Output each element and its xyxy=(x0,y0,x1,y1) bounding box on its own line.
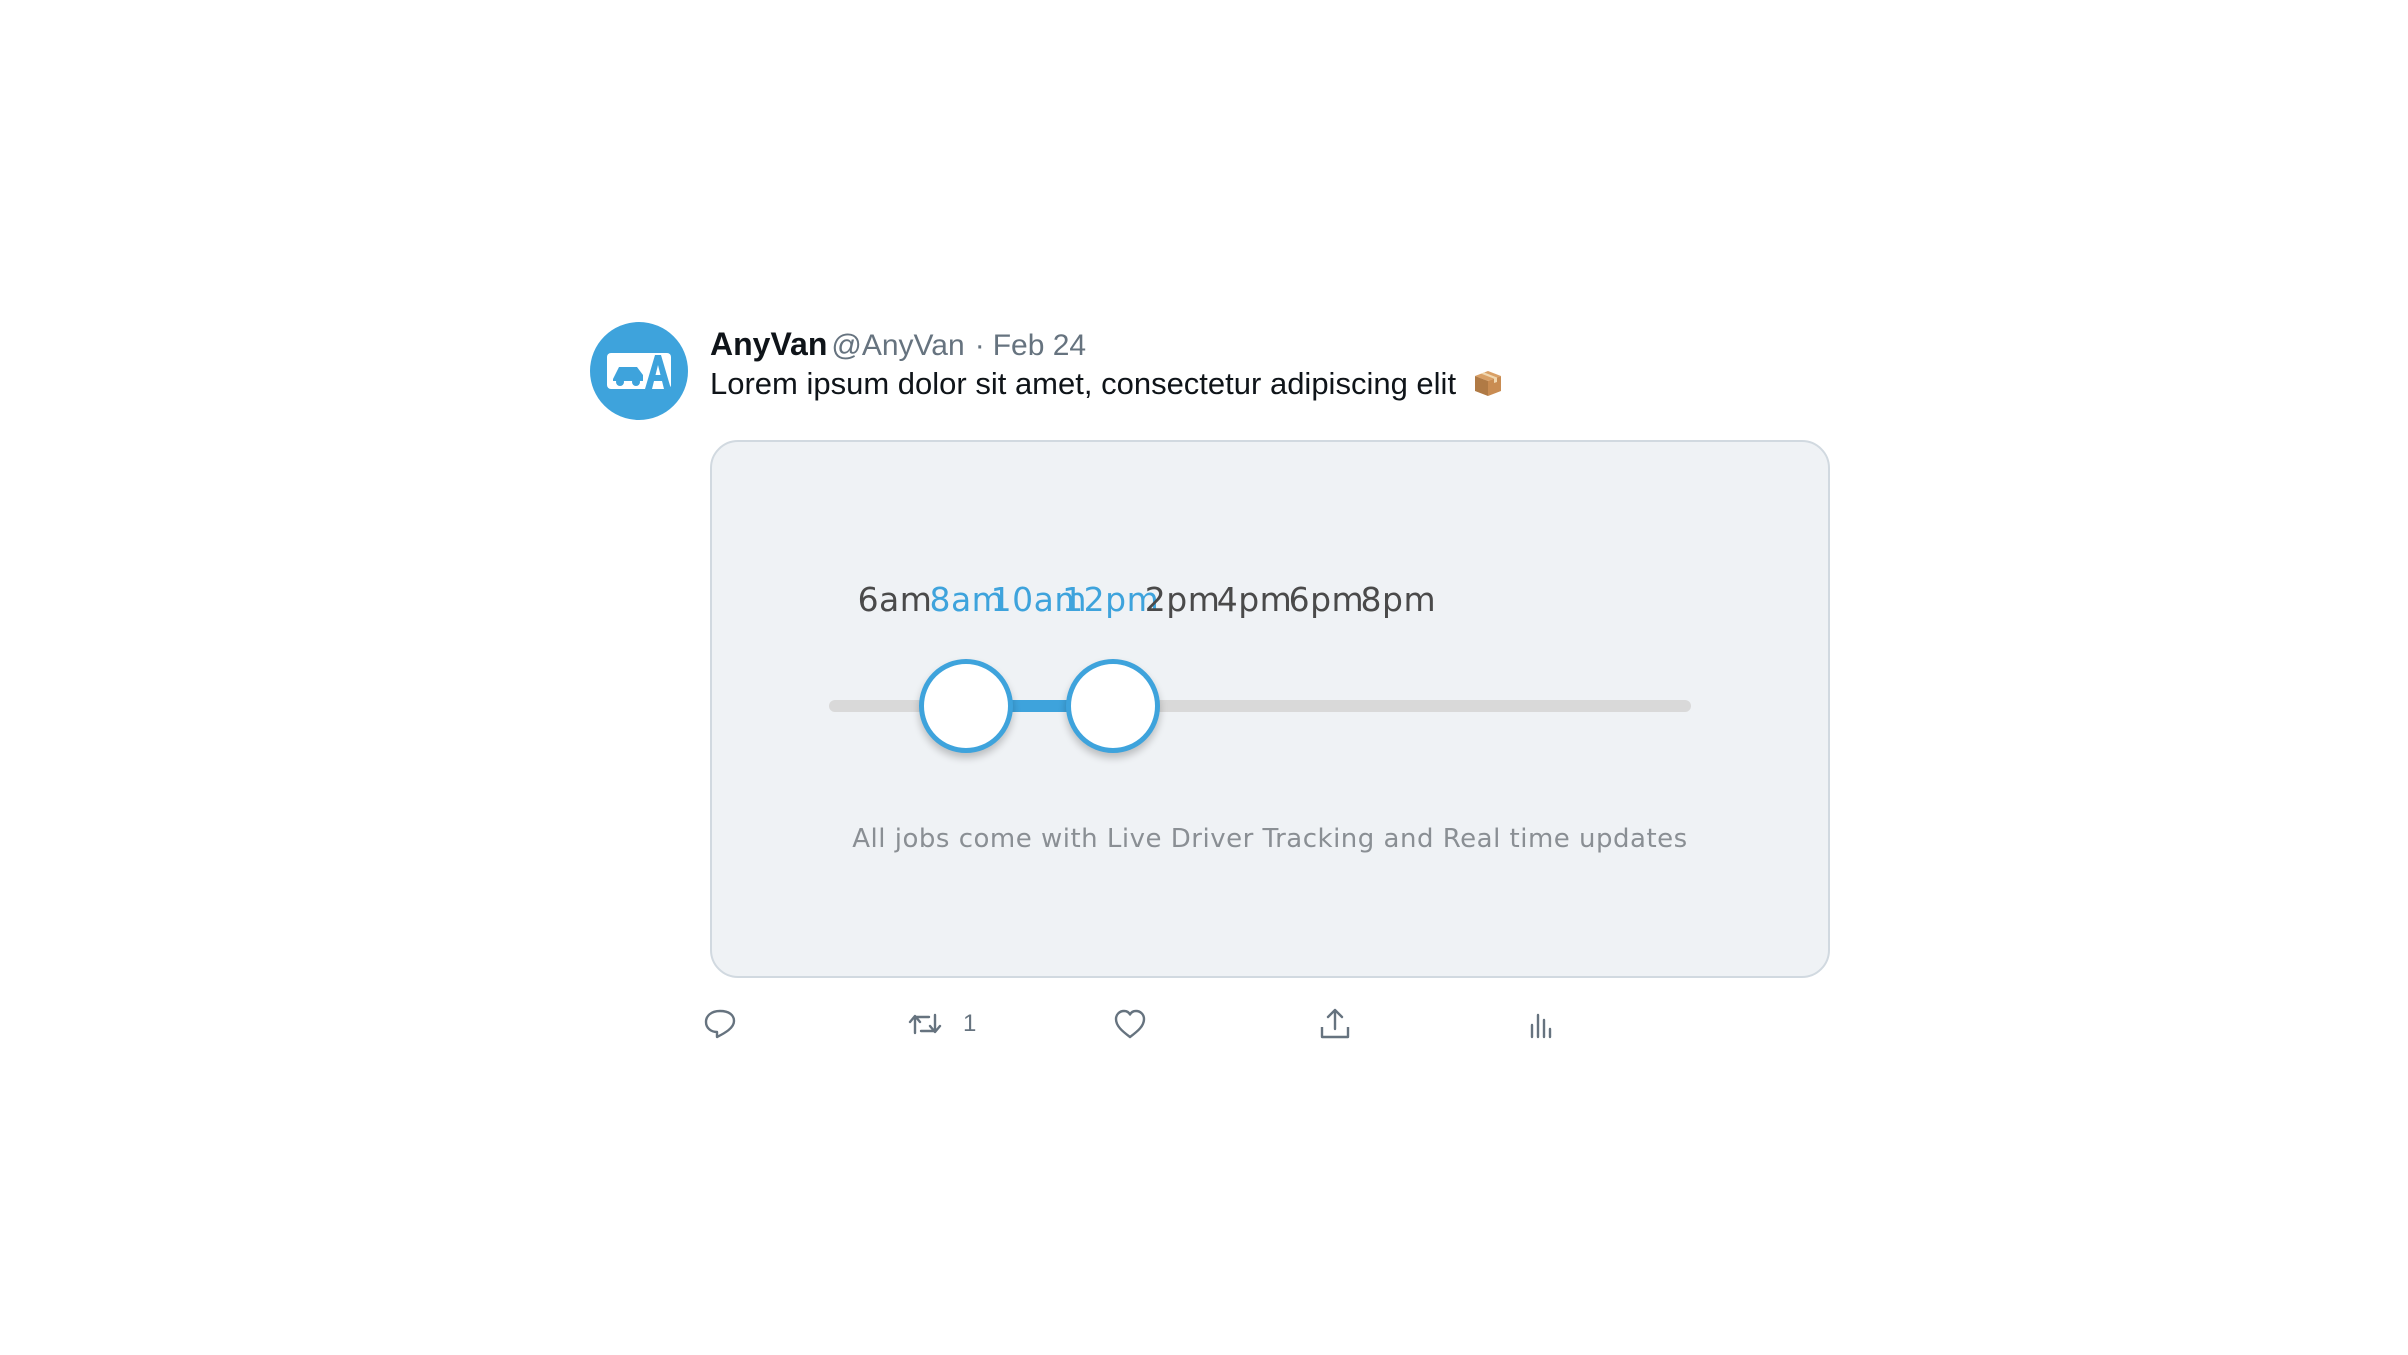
package-icon xyxy=(1474,371,1501,396)
tweet-text-content: Lorem ipsum dolor sit amet, consectetur … xyxy=(710,366,1457,401)
retweet-count: 1 xyxy=(963,1010,977,1037)
tweet: AnyVan @AnyVan · Feb 24 Lorem ipsum dolo… xyxy=(590,322,1840,1062)
time-slot-card: 6am 8am 10am 12pm 2pm 4pm 6pm 8pm All jobs come… xyxy=(710,440,1830,978)
separator-dot: · xyxy=(974,329,985,362)
heart-icon xyxy=(1114,1009,1146,1039)
slider-end-thumb[interactable] xyxy=(1065,659,1160,753)
anyvan-logo-icon xyxy=(607,353,671,389)
avatar[interactable] xyxy=(590,322,688,420)
tweet-actions: 1 xyxy=(704,1002,1810,1046)
share-icon xyxy=(1320,1008,1350,1039)
share-button[interactable] xyxy=(1317,1002,1353,1046)
retweet-icon xyxy=(908,1013,942,1035)
tweet-date[interactable]: Feb 24 xyxy=(993,329,1086,363)
time-labels: 6am 8am 10am 12pm 2pm 4pm 6pm 8pm xyxy=(712,580,1828,630)
time-label-6pm[interactable]: 6pm xyxy=(1289,580,1365,619)
slider-start-thumb[interactable] xyxy=(918,659,1013,753)
time-label-2pm[interactable]: 2pm xyxy=(1145,580,1221,619)
card-caption: All jobs come with Live Driver Tracking … xyxy=(852,824,1688,854)
time-label-6am[interactable]: 6am xyxy=(858,580,933,619)
display-name[interactable]: AnyVan xyxy=(710,326,827,363)
retweet-button[interactable]: 1 xyxy=(907,1002,976,1046)
reply-button[interactable] xyxy=(702,1002,738,1046)
time-label-8pm[interactable]: 8pm xyxy=(1361,580,1437,619)
tweet-header: AnyVan @AnyVan · Feb 24 xyxy=(710,326,1086,366)
handle[interactable]: @AnyVan xyxy=(831,329,964,363)
time-label-4pm[interactable]: 4pm xyxy=(1217,580,1293,619)
analytics-button[interactable] xyxy=(1522,1002,1558,1046)
reply-icon xyxy=(704,1009,736,1039)
like-button[interactable] xyxy=(1112,1002,1148,1046)
tweet-text: Lorem ipsum dolor sit amet, consectetur … xyxy=(710,366,1503,402)
analytics-icon xyxy=(1530,1013,1552,1039)
